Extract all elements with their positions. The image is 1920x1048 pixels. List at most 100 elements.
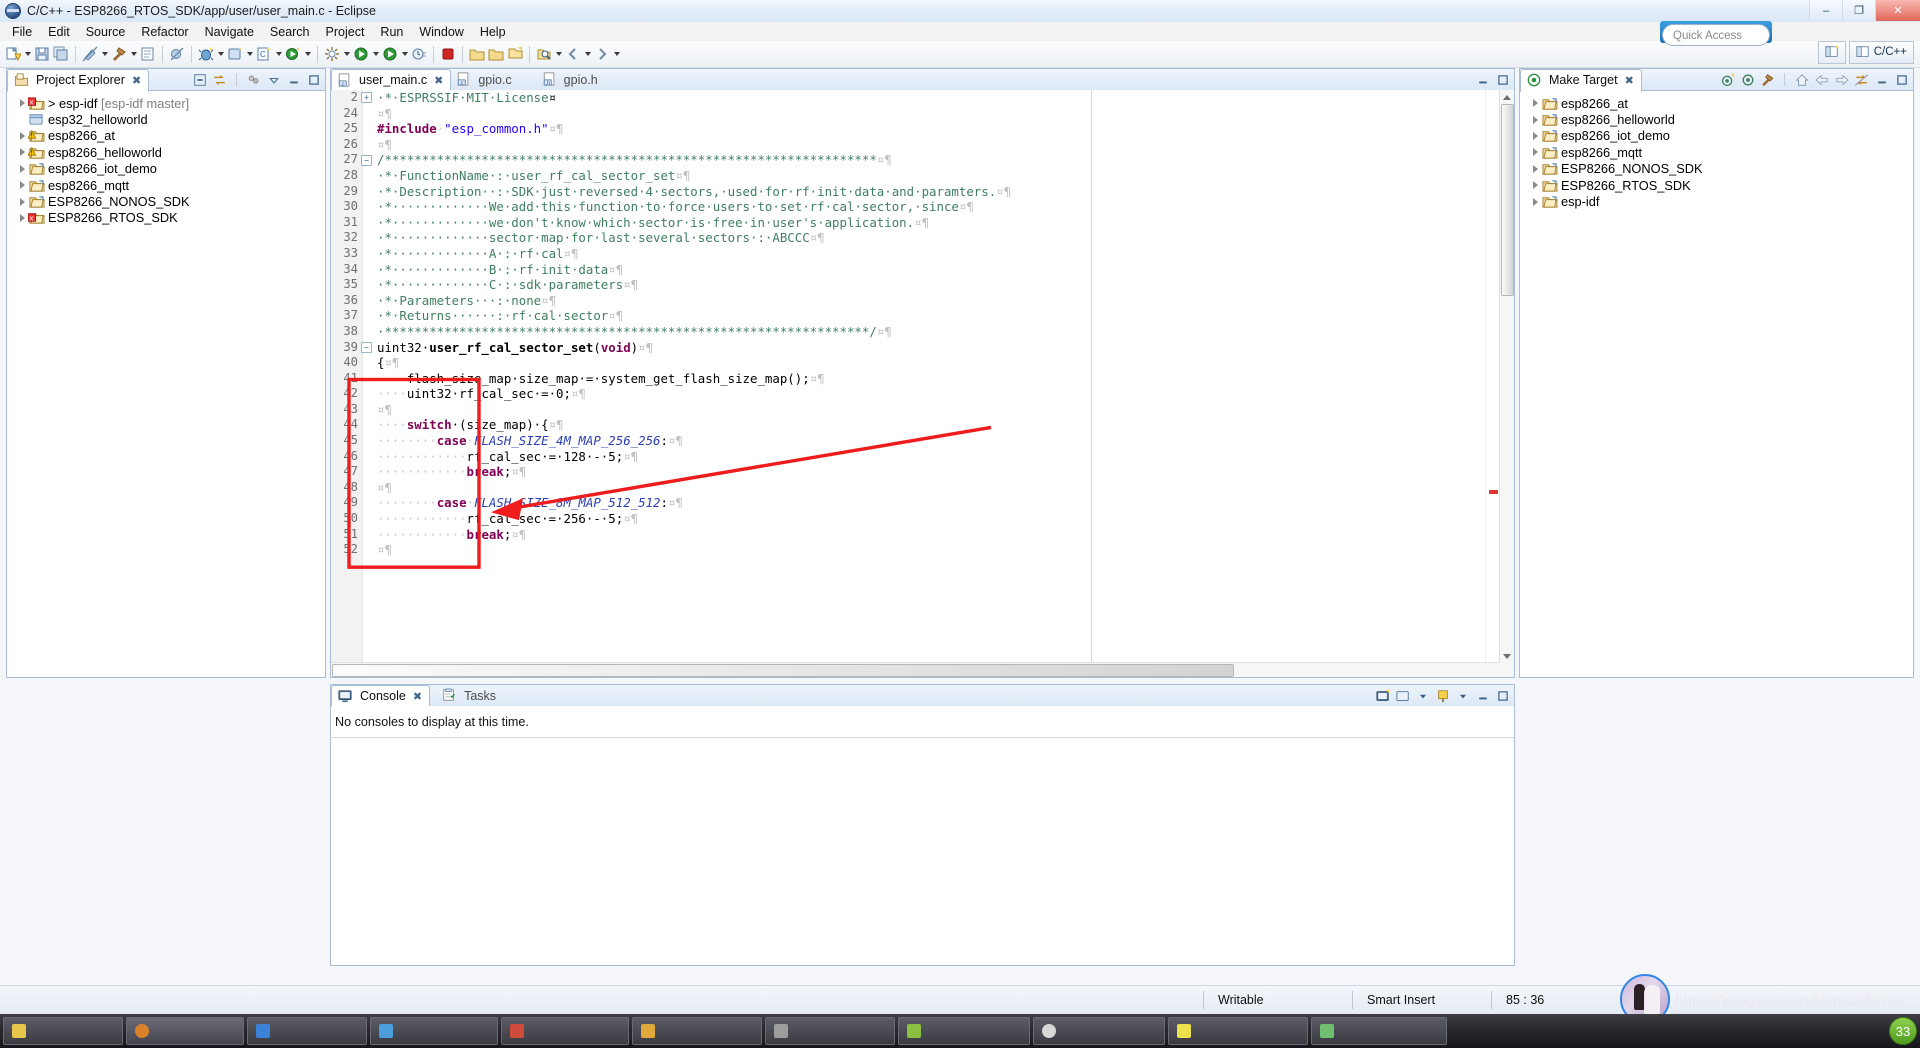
tray-notification-badge[interactable]: 33 bbox=[1889, 1017, 1917, 1045]
build-clean-icon[interactable] bbox=[81, 45, 99, 63]
tree-item-esp8266-at[interactable]: ! esp8266_at bbox=[7, 128, 325, 144]
taskbar-item-10[interactable] bbox=[1168, 1017, 1308, 1045]
tree-item-esp8266-rtos-sdk[interactable]: x ESP8266_RTOS_SDK bbox=[7, 210, 325, 226]
minimize-icon[interactable] bbox=[1475, 688, 1490, 703]
tree-item-esp8266-iot-demo[interactable]: esp8266_iot_demo bbox=[7, 161, 325, 177]
code-line[interactable]: 48 ¤¶ bbox=[331, 480, 1514, 496]
tab-make-target[interactable]: Make Target ✖ bbox=[1520, 68, 1642, 92]
open-type-icon[interactable] bbox=[506, 45, 524, 63]
fold-toggle-icon[interactable]: + bbox=[360, 92, 373, 104]
tree-item-esp8266-mqtt[interactable]: esp8266_mqtt bbox=[7, 177, 325, 193]
chevron-down-2-icon[interactable] bbox=[1455, 688, 1470, 703]
code-line[interactable]: 45 ········case·FLASH_SIZE_4M_MAP_256_256… bbox=[331, 433, 1514, 449]
run-last-dropdown-icon[interactable] bbox=[400, 45, 409, 63]
taskbar-item-6[interactable] bbox=[632, 1017, 762, 1045]
search-file-icon[interactable] bbox=[535, 45, 553, 63]
open-folder-icon[interactable] bbox=[468, 45, 486, 63]
code-line[interactable]: 28 ·*·FunctionName·:·user_rf_cal_sector_s… bbox=[331, 168, 1514, 184]
menu-source[interactable]: Source bbox=[78, 24, 134, 40]
code-line[interactable]: 49 ········case·FLASH_SIZE_8M_MAP_512_512… bbox=[331, 495, 1514, 511]
expand-arrow-icon[interactable] bbox=[17, 161, 28, 177]
expand-arrow-icon[interactable] bbox=[17, 95, 28, 111]
history-icon[interactable] bbox=[410, 45, 428, 63]
expand-arrow-icon[interactable] bbox=[1530, 112, 1541, 128]
horizontal-scroll-thumb[interactable] bbox=[332, 664, 1234, 677]
quick-access-input[interactable]: Quick Access bbox=[1662, 24, 1770, 46]
fold-box[interactable]: + bbox=[361, 92, 372, 104]
skip-breakpoints-icon[interactable] bbox=[168, 45, 186, 63]
close-icon[interactable]: ✖ bbox=[413, 690, 422, 703]
chevron-down-icon[interactable] bbox=[1415, 688, 1430, 703]
source-code[interactable]: 2 + ·*·ESPRSSIF·MIT·License¤ 24 ¤¶ 25 #include… bbox=[331, 90, 1514, 677]
taskbar-item-11[interactable] bbox=[1311, 1017, 1447, 1045]
code-line[interactable]: 37 ·*·Returns······:·rf·cal·sector¤¶ bbox=[331, 308, 1514, 324]
save-all-icon[interactable] bbox=[52, 45, 70, 63]
fold-box[interactable]: − bbox=[361, 154, 372, 166]
taskbar-item-1[interactable] bbox=[3, 1017, 123, 1045]
menu-help[interactable]: Help bbox=[472, 24, 514, 40]
tab-project-explorer[interactable]: Project Explorer ✖ bbox=[7, 68, 150, 92]
expand-arrow-icon[interactable] bbox=[17, 177, 28, 193]
forward-icon[interactable] bbox=[593, 45, 611, 63]
make-target-item[interactable]: esp8266_mqtt bbox=[1520, 144, 1913, 160]
code-line[interactable]: 51 ············break;¤¶ bbox=[331, 527, 1514, 543]
chevron-down-icon[interactable] bbox=[266, 72, 281, 87]
taskbar-item-7[interactable] bbox=[765, 1017, 895, 1045]
add-make-target-icon[interactable] bbox=[1720, 72, 1735, 87]
new-c-project-icon[interactable]: C bbox=[255, 45, 273, 63]
maximize-icon[interactable] bbox=[1495, 688, 1510, 703]
overview-error-marker[interactable] bbox=[1489, 490, 1498, 494]
make-target-item[interactable]: esp8266_helloworld bbox=[1520, 111, 1913, 127]
code-line[interactable]: 32 ·*·············sector·map·for·last·sev… bbox=[331, 230, 1514, 246]
editor-vertical-scrollbar[interactable] bbox=[1499, 90, 1514, 677]
fold-toggle-icon[interactable]: − bbox=[360, 154, 373, 166]
expand-arrow-icon[interactable] bbox=[1530, 144, 1541, 160]
fold-toggle-icon[interactable]: − bbox=[360, 341, 373, 353]
tab-user-main-c[interactable]: .c user_main.c ✖ bbox=[331, 68, 452, 92]
back-icon[interactable] bbox=[1814, 72, 1829, 87]
close-icon[interactable]: ✖ bbox=[132, 74, 141, 87]
code-line[interactable]: 24 ¤¶ bbox=[331, 106, 1514, 122]
link-with-editor-icon[interactable] bbox=[212, 72, 227, 87]
new-dropdown-icon[interactable] bbox=[23, 45, 32, 63]
home-icon[interactable] bbox=[1794, 72, 1809, 87]
run-external-dropdown-icon[interactable] bbox=[245, 45, 254, 63]
back-icon[interactable] bbox=[564, 45, 582, 63]
search-dropdown-icon[interactable] bbox=[554, 45, 563, 63]
code-line[interactable]: 27−/************************************… bbox=[331, 152, 1514, 168]
taskbar-item-8[interactable] bbox=[898, 1017, 1030, 1045]
code-line[interactable]: 36 ·*·Parameters···:·none¤¶ bbox=[331, 293, 1514, 309]
debug-dropdown-icon[interactable] bbox=[216, 45, 225, 63]
expand-arrow-icon[interactable] bbox=[1530, 161, 1541, 177]
close-icon[interactable]: ✖ bbox=[1625, 74, 1634, 87]
code-line[interactable]: 31 ·*·············we·don't·know·which·sec… bbox=[331, 215, 1514, 231]
make-target-item[interactable]: ESP8266_RTOS_SDK bbox=[1520, 177, 1913, 193]
code-line[interactable]: 42 ····uint32·rf_cal_sec·=·0;¤¶ bbox=[331, 386, 1514, 402]
build-dropdown-icon[interactable] bbox=[129, 45, 138, 63]
taskbar-item-2[interactable] bbox=[126, 1017, 244, 1045]
tree-item-esp8266-nonos-sdk[interactable]: ESP8266_NONOS_SDK bbox=[7, 193, 325, 209]
display-console-icon[interactable] bbox=[1395, 688, 1410, 703]
expand-arrow-icon[interactable] bbox=[1530, 95, 1541, 111]
make-target-item[interactable]: esp8266_iot_demo bbox=[1520, 128, 1913, 144]
open-console-icon[interactable] bbox=[1375, 688, 1390, 703]
maximize-icon[interactable] bbox=[1495, 72, 1510, 87]
code-line[interactable]: 34 ·*·············B·:·rf·init·data¤¶ bbox=[331, 262, 1514, 278]
expand-arrow-icon[interactable] bbox=[1530, 177, 1541, 193]
run-icon[interactable] bbox=[284, 45, 302, 63]
tab-tasks[interactable]: Tasks bbox=[436, 686, 503, 706]
edit-make-target-icon[interactable] bbox=[1760, 72, 1775, 87]
tab-gpio-h[interactable]: .h gpio.h bbox=[537, 70, 605, 90]
new-icon[interactable] bbox=[4, 45, 22, 63]
expand-arrow-icon[interactable] bbox=[17, 128, 28, 144]
build-clean-dropdown-icon[interactable] bbox=[100, 45, 109, 63]
new-c-project-dropdown-icon[interactable] bbox=[274, 45, 283, 63]
menu-file[interactable]: File bbox=[4, 24, 40, 40]
tree-item-esp32-helloworld[interactable]: esp32_helloworld bbox=[7, 111, 325, 127]
close-icon[interactable]: ✖ bbox=[434, 74, 443, 87]
perspective-switcher-button[interactable]: C/C++ bbox=[1848, 40, 1914, 64]
build-make-target-icon[interactable] bbox=[1740, 72, 1755, 87]
forward-icon[interactable] bbox=[1834, 72, 1849, 87]
back-dropdown-icon[interactable] bbox=[583, 45, 592, 63]
tab-console[interactable]: Console ✖ bbox=[331, 684, 431, 708]
